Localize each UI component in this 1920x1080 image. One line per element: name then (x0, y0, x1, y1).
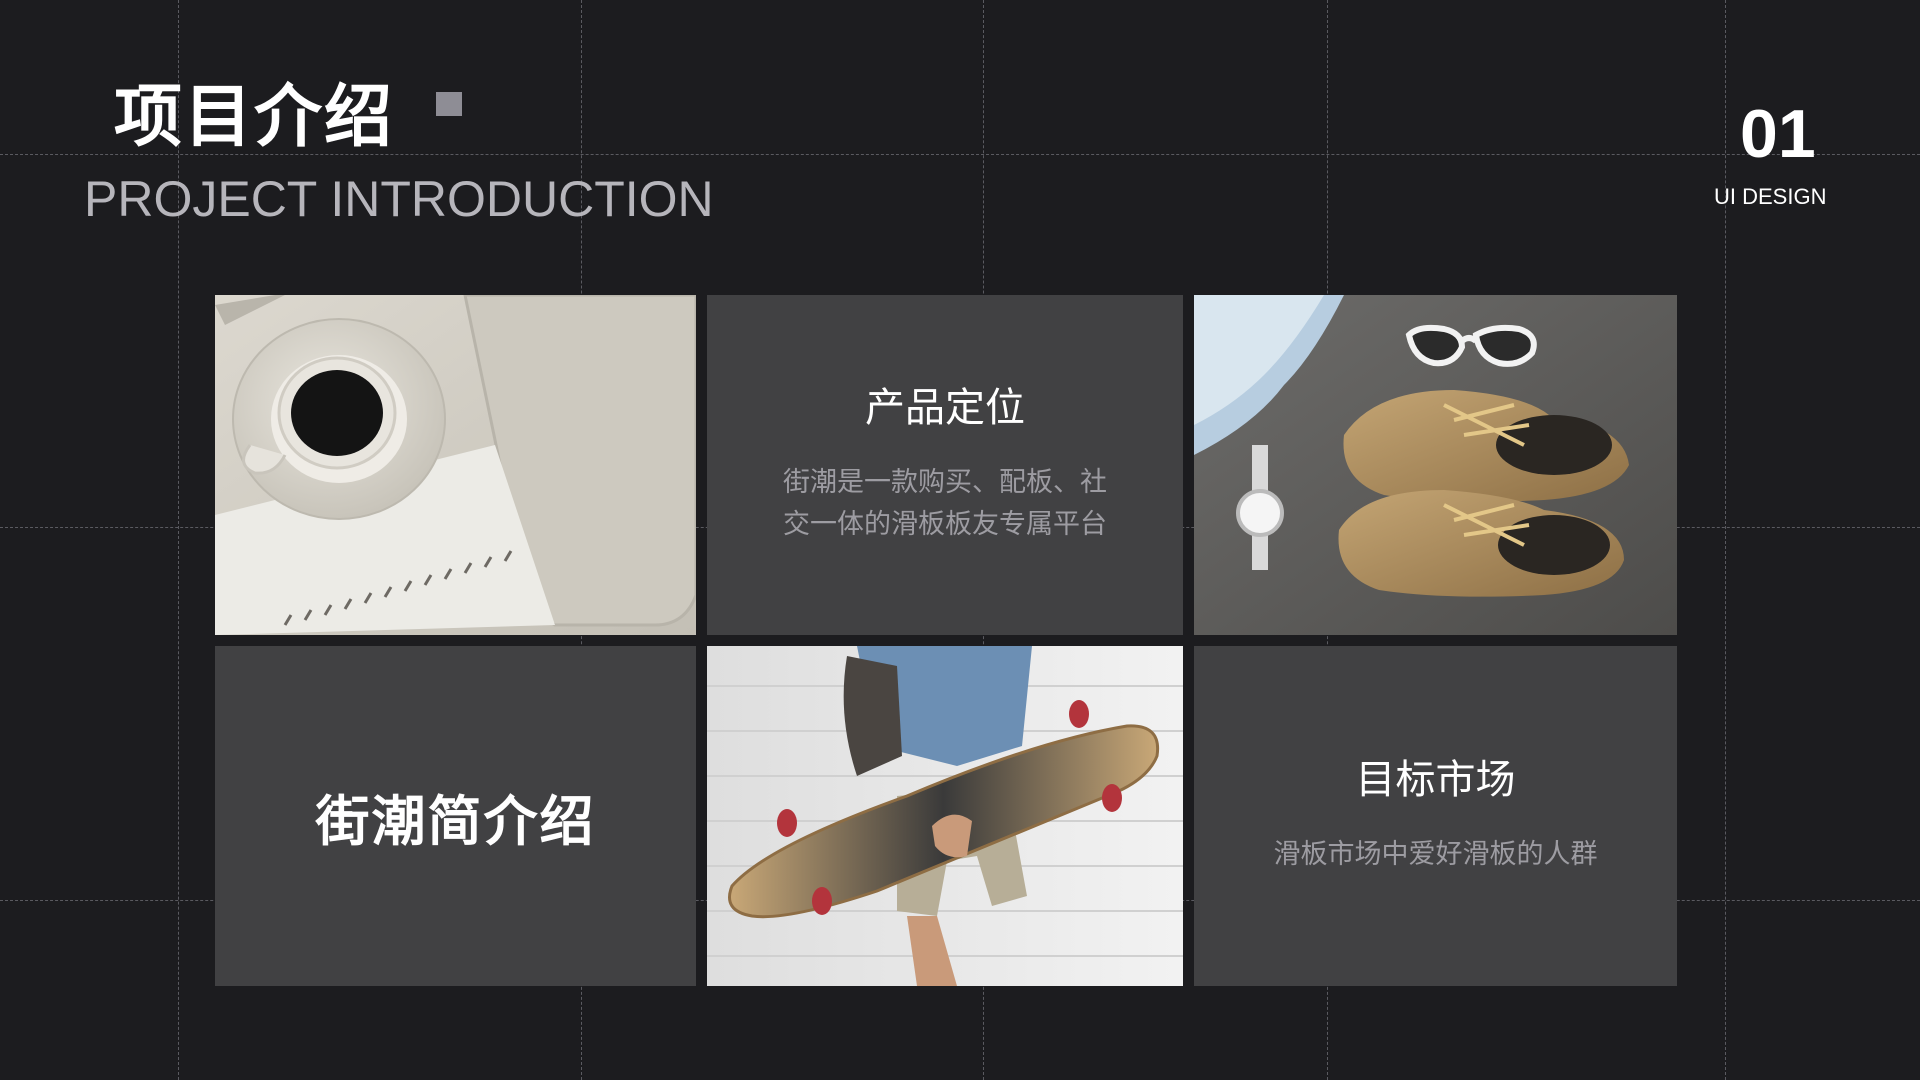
target-market-heading: 目标市场 (1355, 757, 1516, 803)
title-accent-square (436, 92, 462, 116)
page-title: 项目介绍 (114, 78, 395, 157)
guide-line-vertical (178, 0, 179, 1080)
boots-image (1194, 295, 1677, 635)
positioning-description: 街潮是一款购买、配板、社 交一体的滑板板友专属平台 (783, 462, 1107, 546)
positioning-description-line: 交一体的滑板板友专属平台 (783, 509, 1107, 540)
positioning-card: 产品定位 街潮是一款购买、配板、社 交一体的滑板板友专属平台 (707, 295, 1183, 635)
coffee-cup-image (215, 295, 696, 635)
coffee-notebook-photo (215, 295, 696, 635)
skateboard-image (707, 646, 1183, 986)
positioning-description-line: 街潮是一款购买、配板、社 (783, 467, 1107, 498)
positioning-heading: 产品定位 (865, 385, 1025, 431)
brand-intro-title: 街潮简介绍 (315, 789, 596, 853)
skateboard-person-photo (707, 646, 1183, 986)
brand-intro-card: 街潮简介绍 (215, 646, 696, 986)
target-market-description: 滑板市场中爱好滑板的人群 (1273, 839, 1598, 870)
page-number-caption: UI DESIGN (1714, 184, 1827, 209)
page-number: 01 (1740, 96, 1816, 172)
boots-sunglasses-watch-photo (1194, 295, 1677, 635)
guide-line-vertical (1725, 0, 1726, 1080)
page-subtitle-english: PROJECT INTRODUCTION (84, 171, 714, 227)
target-market-card: 目标市场 滑板市场中爱好滑板的人群 (1194, 646, 1677, 986)
